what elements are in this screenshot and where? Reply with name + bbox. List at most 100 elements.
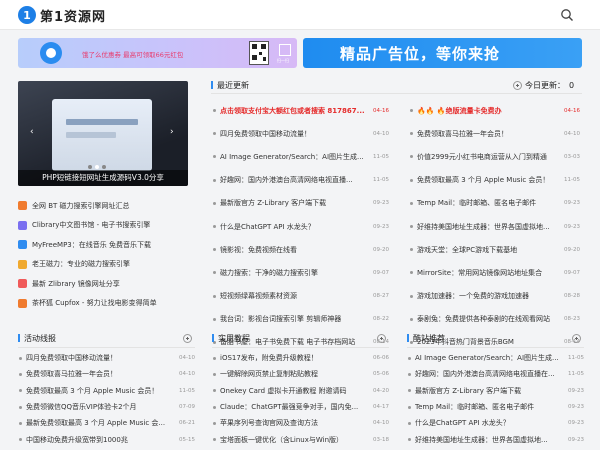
section-divider: [212, 347, 389, 348]
quick-link-item[interactable]: 全网 BT 磁力搜索引擎网址汇总: [18, 196, 188, 216]
bullet-icon: [213, 155, 216, 159]
bullet-icon: [410, 248, 413, 252]
list-item[interactable]: 点击领取支付宝大额红包或者搜索 817867... 04-16: [213, 99, 389, 122]
list-item[interactable]: 磁力搜索：干净的磁力搜索引擎 09-07: [213, 261, 389, 284]
list-item-title: MirrorSite：常用网站镜像网站地址集合: [417, 268, 543, 277]
search-icon[interactable]: [560, 8, 574, 22]
list-item[interactable]: 四月免费领取中国移动流量！ 04-10: [19, 350, 195, 366]
bullet-icon: [213, 438, 216, 442]
list-item[interactable]: 短视频绿幕视频素材资源 08-27: [213, 285, 389, 308]
list-item[interactable]: 最新免费领取最高 3 个月 Apple Music 会... 06-21: [19, 415, 195, 431]
ad-banner-left[interactable]: 饿了么优惠券 最高可领取66元红包 扫一扫: [18, 38, 297, 68]
list-item[interactable]: 泰剧兔：免费提供各种泰剧的在线观看网站 08-23: [410, 308, 580, 331]
list-item[interactable]: 免费领取最高 3 个月 Apple Music 会员！ 11-05: [410, 169, 580, 192]
site-logo[interactable]: 1 第1资源网: [18, 5, 106, 25]
list-item-title: 最新版官方 Z-Library 客户端下载: [415, 386, 522, 395]
bullet-icon: [213, 248, 216, 252]
list-item[interactable]: Claude：ChatGPT最强竞争对手，国内免... 04-17: [213, 399, 389, 415]
carousel-next-icon[interactable]: ›: [170, 127, 174, 137]
quick-link-label: 最新 Zlibrary 镜像网址分享: [32, 279, 120, 288]
plus-circle-icon[interactable]: [572, 334, 581, 343]
carousel-dots[interactable]: [88, 165, 106, 169]
list-item-date: 11-05: [568, 355, 584, 362]
list-item[interactable]: 好维持美国地址生成器：世界各国虚拟地... 09-23: [410, 215, 580, 238]
bullet-icon: [410, 155, 413, 159]
quick-links: 全网 BT 磁力搜索引擎网址汇总 Clibrary中文图书馆 - 电子书搜索引擎 M…: [18, 196, 188, 313]
quick-link-item[interactable]: 最新 Zlibrary 镜像网址分享: [18, 274, 188, 294]
plus-circle-icon[interactable]: [513, 80, 522, 90]
ad-banner-right[interactable]: 精品广告位，等你来抢: [303, 38, 582, 68]
list-item-date: 06-21: [179, 420, 195, 427]
list-item-title: 什么是ChatGPT API 水龙头？: [415, 419, 510, 428]
bullet-icon: [213, 132, 216, 136]
plus-circle-icon[interactable]: [183, 334, 192, 343]
carousel[interactable]: ‹ › PHP短链接短网址生成源码V3.0分享: [18, 81, 188, 186]
bullet-icon: [410, 317, 413, 321]
list-item-date: 09-23: [568, 387, 584, 394]
list-item[interactable]: 镜影视：免费视频在线看 09-20: [213, 238, 389, 261]
quick-link-item[interactable]: Clibrary中文图书馆 - 电子书搜索引擎: [18, 216, 188, 236]
bullet-icon: [410, 132, 413, 136]
bullet-icon: [410, 271, 413, 275]
bullet-icon: [410, 109, 413, 113]
list-item-date: 09-23: [373, 223, 389, 230]
list-item-title: AI Image Generator/Search：AI图片生成...: [220, 152, 364, 161]
list-item[interactable]: 最新版官方 Z-Library 客户端下载 09-23: [213, 192, 389, 215]
list-item-date: 04-16: [564, 107, 580, 114]
plus-circle-icon[interactable]: [377, 334, 386, 343]
bullet-icon: [410, 294, 413, 298]
list-item-title: Temp Mail：临时邮箱、匿名电子邮件: [417, 199, 537, 208]
list-item-title: 价值2999元小红书电商运营从入门到精通: [417, 152, 547, 161]
list-item[interactable]: 最新版官方 Z-Library 客户端下载 09-23: [408, 383, 584, 399]
list-item[interactable]: 一键解除网页禁止复制粘贴教程 05-06: [213, 366, 389, 382]
list-item-date: 09-20: [373, 246, 389, 253]
list-item[interactable]: 游戏天堂：全球PC游戏下载基地 09-20: [410, 238, 580, 261]
list-item[interactable]: 中国移动免费升级宽带到1000兆 05-15: [19, 431, 195, 447]
carousel-caption[interactable]: PHP短链接短网址生成源码V3.0分享: [18, 170, 188, 186]
carousel-image: [52, 99, 152, 171]
list-item[interactable]: iOS17发布，附免费升级教程！ 06-06: [213, 350, 389, 366]
bullet-icon: [19, 421, 22, 425]
list-item[interactable]: 我台词：影视台词搜索引擎 剪辑师神器 08-22: [213, 308, 389, 331]
list-item-date: 03-03: [564, 153, 580, 160]
quick-link-item[interactable]: 茶杯狐 Cupfox - 努力让找电影变得简单: [18, 294, 188, 314]
link-square-icon: [18, 220, 27, 230]
list-item-title: 中国移动免费升级宽带到1000兆: [26, 435, 128, 444]
bullet-icon: [213, 271, 216, 275]
carousel-prev-icon[interactable]: ‹: [30, 127, 34, 137]
quick-link-item[interactable]: 老王磁力：专业的磁力搜索引擎: [18, 255, 188, 275]
quick-link-label: 全网 BT 磁力搜索引擎网址汇总: [32, 201, 130, 210]
list-item-date: 09-07: [373, 269, 389, 276]
list-item-date: 07-09: [179, 404, 195, 411]
list-item[interactable]: 免费领取喜马拉雅一年会员！ 04-10: [410, 122, 580, 145]
list-item[interactable]: 苹果序列号查询官网及查询方法 04-10: [213, 415, 389, 431]
list-item-title: 免费领取喜马拉雅一年会员！: [26, 370, 117, 379]
bullet-icon: [213, 294, 216, 298]
list-item[interactable]: 好趣网：国内外港澳台高清网络电视直播在... 11-05: [408, 366, 584, 382]
bullet-icon: [408, 389, 411, 393]
list-item[interactable]: 四月免费领取中国移动流量！ 04-10: [213, 122, 389, 145]
list-item[interactable]: 价值2999元小红书电商运营从入门到精通 03-03: [410, 145, 580, 168]
list-item[interactable]: 游戏加速器：一个免费的游戏加速器 08-28: [410, 285, 580, 308]
bullet-icon: [213, 405, 216, 409]
list-item[interactable]: 🔥🔥 🔥绝版流量卡免费办 04-16: [410, 99, 580, 122]
list-item[interactable]: 好趣网：国内外港澳台高清网络电视直播... 11-05: [213, 169, 389, 192]
list-item[interactable]: 免费领微信QQ音乐VIP体验卡2个月 07-09: [19, 399, 195, 415]
list-item[interactable]: 宝塔面板一键优化（含Linux与Win版） 03-18: [213, 431, 389, 447]
today-count: 0: [569, 80, 575, 90]
list-item[interactable]: 什么是ChatGPT API 水龙头？ 09-23: [408, 415, 584, 431]
list-item[interactable]: AI Image Generator/Search：AI图片生成... 11-05: [213, 145, 389, 168]
list-item[interactable]: Onekey Card 虚拟卡开通教程 附邀请码 04-20: [213, 383, 389, 399]
list-item[interactable]: 好维持美国地址生成器：世界各国虚拟地... 09-23: [408, 431, 584, 447]
list-item[interactable]: Temp Mail：临时邮箱、匿名电子邮件 09-23: [408, 399, 584, 415]
list-item-title: 苹果序列号查询官网及查询方法: [220, 419, 318, 428]
list-item[interactable]: 什么是ChatGPT API 水龙头？ 09-23: [213, 215, 389, 238]
list-item-date: 04-10: [373, 130, 389, 137]
quick-link-item[interactable]: MyFreeMP3：在线音乐 免费音乐下载: [18, 235, 188, 255]
list-item[interactable]: AI Image Generator/Search：AI图片生成... 11-05: [408, 350, 584, 366]
list-item[interactable]: Temp Mail：临时邮箱、匿名电子邮件 09-23: [410, 192, 580, 215]
list-item[interactable]: 免费领取最高 3 个月 Apple Music 会员！ 11-05: [19, 383, 195, 399]
list-item-date: 11-05: [373, 153, 389, 160]
list-item[interactable]: MirrorSite：常用网站镜像网站地址集合 09-07: [410, 261, 580, 284]
list-item[interactable]: 免费领取喜马拉雅一年会员！ 04-10: [19, 366, 195, 382]
